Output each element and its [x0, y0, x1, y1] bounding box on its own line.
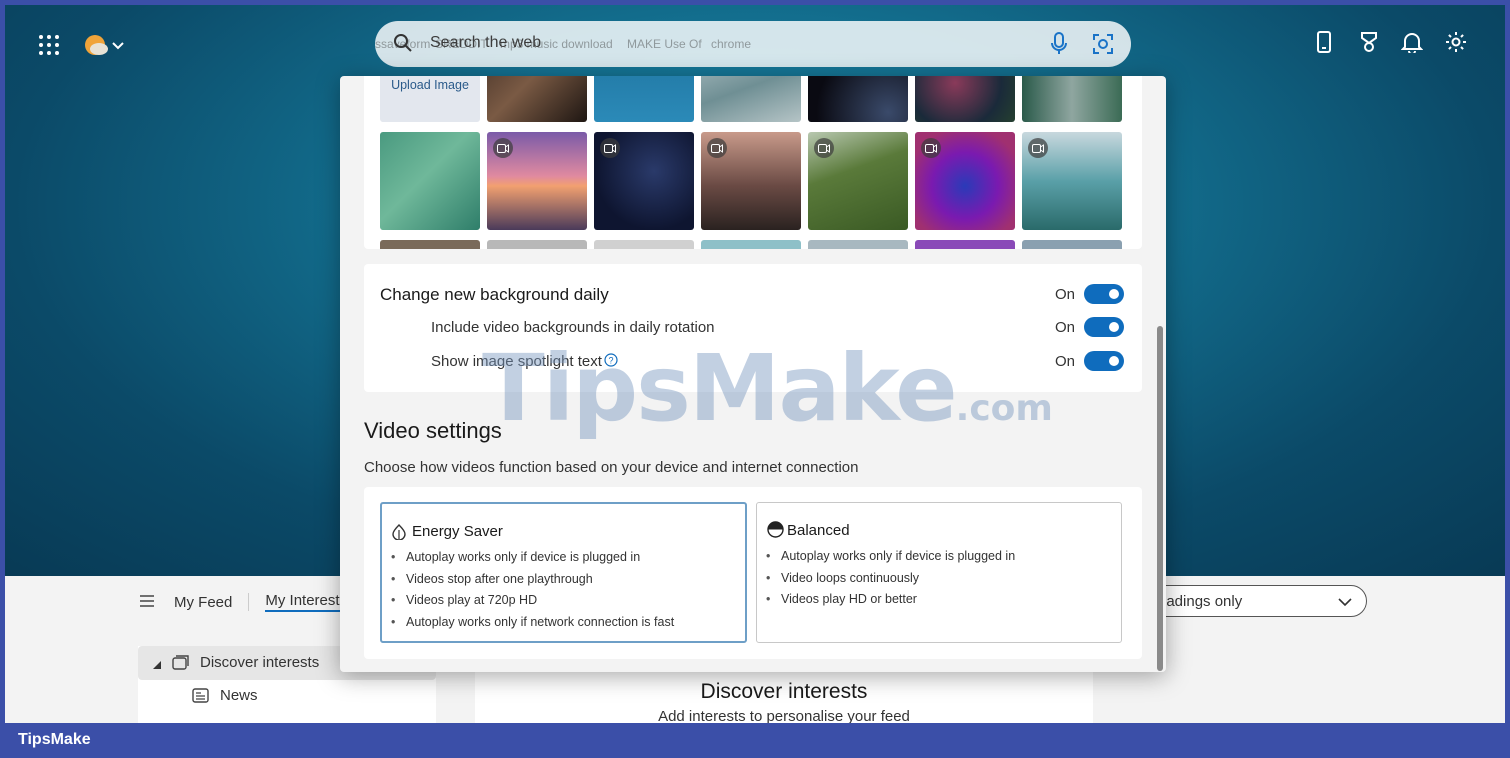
bullet: Autoplay works only if device is plugged…	[391, 550, 674, 572]
background-thumbnail[interactable]	[915, 76, 1015, 122]
card-subtitle: Add interests to personalise your feed	[658, 708, 910, 723]
sidebar-item-news[interactable]: News	[138, 682, 436, 712]
video-background-thumbnail[interactable]	[1022, 132, 1122, 230]
collapse-arrow-icon[interactable]	[152, 657, 162, 675]
half-circle-icon	[767, 521, 784, 543]
footer-brand: TipsMake	[18, 731, 91, 748]
bullet: Videos play HD or better	[766, 592, 1015, 614]
video-rotation-toggle[interactable]	[1084, 317, 1124, 337]
video-mode-card: Energy Saver Autoplay works only if devi…	[364, 487, 1142, 659]
rewards-icon[interactable]	[1358, 31, 1380, 58]
background-thumbnail[interactable]	[594, 76, 694, 122]
card-title: Discover interests	[700, 680, 868, 703]
daily-background-card: Change new background daily On Include v…	[364, 264, 1142, 392]
visual-search-icon[interactable]	[1092, 33, 1114, 60]
dropdown-value: eadings only	[1158, 592, 1243, 610]
tab-my-interests[interactable]: My Interests	[265, 592, 348, 612]
divider	[248, 593, 250, 611]
video-background-thumbnail[interactable]	[915, 132, 1015, 230]
option-bullets: Autoplay works only if device is plugged…	[766, 549, 1015, 614]
chevron-down-icon	[1338, 594, 1352, 611]
toggle-state: On	[1055, 319, 1076, 336]
menu-icon[interactable]	[140, 594, 154, 611]
toggle-state: On	[1055, 353, 1076, 370]
balanced-option[interactable]: Balanced Autoplay works only if device i…	[756, 502, 1122, 643]
bullet: Autoplay works only if network connectio…	[391, 615, 674, 637]
notification-bell-icon[interactable]	[1400, 31, 1424, 58]
bullet: Autoplay works only if device is plugged…	[766, 549, 1015, 571]
background-thumbnail[interactable]	[594, 240, 694, 249]
suggestion[interactable]: chrome	[711, 37, 751, 51]
feed-layout-dropdown[interactable]: eadings only	[1143, 585, 1367, 617]
weather-icon[interactable]	[83, 33, 131, 59]
bullet: Video loops continuously	[766, 571, 1015, 593]
background-thumbnail[interactable]	[487, 76, 587, 122]
apps-grid-icon[interactable]	[35, 31, 63, 59]
discover-icon	[172, 655, 190, 676]
background-thumbnail[interactable]	[701, 76, 801, 122]
video-rotation-label: Include video backgrounds in daily rotat…	[431, 319, 715, 336]
news-icon	[192, 688, 209, 708]
leaf-icon	[392, 524, 406, 545]
video-background-thumbnail[interactable]	[701, 132, 801, 230]
daily-background-toggle[interactable]	[1084, 284, 1124, 304]
option-bullets: Autoplay works only if device is plugged…	[391, 550, 674, 637]
video-background-thumbnail[interactable]	[594, 132, 694, 230]
video-camera-icon	[1028, 138, 1048, 158]
video-background-thumbnail[interactable]	[808, 132, 908, 230]
search-bar[interactable]: ssaveform SREDDIT mp3 music download MAK…	[375, 21, 1131, 67]
sidebar-item-label: News	[220, 687, 258, 704]
upload-image-button[interactable]: Upload Image	[380, 76, 480, 122]
background-thumbnail[interactable]	[808, 240, 908, 249]
search-input[interactable]: Search the web	[430, 34, 541, 52]
background-gallery: Upload Image	[364, 76, 1142, 249]
background-thumbnail[interactable]	[380, 240, 480, 249]
option-title: Energy Saver	[412, 523, 503, 540]
suggestion[interactable]: ssaveform	[375, 37, 430, 51]
settings-gear-icon[interactable]	[1445, 31, 1467, 58]
option-title: Balanced	[787, 522, 850, 539]
toggle-state: On	[1055, 286, 1076, 303]
background-thumbnail[interactable]	[701, 240, 801, 249]
sidebar-item-label: Discover interests	[200, 654, 320, 671]
background-thumbnail[interactable]	[380, 132, 480, 230]
video-camera-icon	[707, 138, 727, 158]
daily-background-label: Change new background daily	[380, 285, 609, 304]
bullet: Videos stop after one playthrough	[391, 572, 674, 594]
feed-nav: My Feed My Interests	[140, 592, 348, 612]
video-camera-icon	[600, 138, 620, 158]
spotlight-text-label: Show image spotlight text	[431, 353, 602, 370]
video-camera-icon	[921, 138, 941, 158]
footer-bar: TipsMake	[0, 723, 1510, 758]
browser-frame: ssaveform SREDDIT mp3 music download MAK…	[5, 5, 1505, 723]
phone-icon[interactable]	[1316, 31, 1332, 58]
video-camera-icon	[493, 138, 513, 158]
svg-text:?: ?	[608, 356, 613, 366]
background-thumbnail[interactable]	[1022, 240, 1122, 249]
background-thumbnail[interactable]	[1022, 76, 1122, 122]
energy-saver-option[interactable]: Energy Saver Autoplay works only if devi…	[380, 502, 747, 643]
help-icon[interactable]: ?	[604, 353, 618, 372]
spotlight-text-toggle[interactable]	[1084, 351, 1124, 371]
suggestion[interactable]: MAKE Use Of	[627, 37, 702, 51]
dialog-scrollbar[interactable]	[1157, 326, 1163, 671]
background-thumbnail[interactable]	[487, 240, 587, 249]
video-settings-subtitle: Choose how videos function based on your…	[364, 459, 859, 476]
background-thumbnail[interactable]	[915, 240, 1015, 249]
video-camera-icon	[814, 138, 834, 158]
video-settings-heading: Video settings	[364, 418, 502, 443]
tab-my-feed[interactable]: My Feed	[174, 594, 232, 611]
bullet: Videos play at 720p HD	[391, 593, 674, 615]
upload-label: Upload Image	[391, 78, 469, 92]
video-background-thumbnail[interactable]	[487, 132, 587, 230]
background-thumbnail[interactable]	[808, 76, 908, 122]
background-settings-dialog: Upload Image Change new background daily…	[340, 76, 1166, 672]
microphone-icon[interactable]	[1050, 32, 1068, 61]
